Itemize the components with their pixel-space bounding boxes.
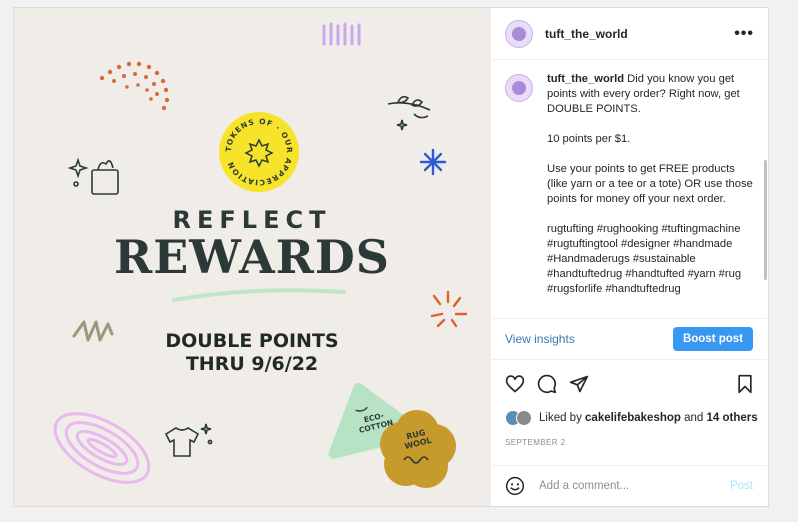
comment-input[interactable]: Add a comment... (539, 480, 730, 492)
boost-post-button[interactable]: Boost post (672, 327, 753, 351)
heart-icon[interactable] (505, 374, 525, 399)
svg-text:TOKENS OF · OUR APPRECIATION: TOKENS OF · OUR APPRECIATION (224, 117, 294, 187)
likes-row: Liked by cakelifebakeshop and 14 others (505, 410, 758, 426)
caption-area: tuft_the_world Did you know you get poin… (491, 60, 767, 318)
caption-text: Did you know you get points with every o… (547, 73, 753, 295)
likes-others-link[interactable]: 14 others (707, 412, 758, 424)
likes-and: and (680, 412, 707, 424)
post-date[interactable]: SEPTEMBER 2 (505, 438, 565, 447)
blue-star-doodle (419, 148, 447, 176)
tokens-badge: TOKENS OF · OUR APPRECIATION (219, 112, 299, 192)
poster-subtitle-date: THRU 9/6/22 (185, 353, 319, 375)
header-username[interactable]: tuft_the_world (545, 27, 734, 41)
leaves-doodle (387, 95, 431, 131)
likes-prefix: Liked by (539, 412, 586, 424)
post-sidebar: tuft_the_world ••• tuft_the_world Did yo… (490, 8, 768, 506)
action-bar (505, 374, 755, 398)
poster-subtitle-double-points: DOUBLE POINTS (165, 330, 339, 352)
bookmark-icon[interactable] (735, 374, 755, 399)
view-insights-link[interactable]: View insights (505, 332, 575, 346)
poster-title-rewards: REWARDS (113, 230, 391, 284)
tote-bag-doodle (67, 157, 119, 195)
tshirt-doodle (164, 423, 213, 457)
liker-avatar[interactable] (516, 410, 532, 426)
post-image: TOKENS OF · OUR APPRECIATION REFLECT REW… (14, 8, 490, 506)
insights-bar: View insights Boost post (491, 318, 767, 360)
instagram-post-modal: TOKENS OF · OUR APPRECIATION REFLECT REW… (13, 7, 769, 507)
emoji-icon[interactable] (505, 476, 525, 496)
share-icon[interactable] (569, 374, 589, 399)
avatar[interactable] (505, 19, 533, 48)
post-comment-button[interactable]: Post (730, 480, 753, 492)
liker-username[interactable]: cakelifebakeshop (585, 412, 681, 424)
caption-username[interactable]: tuft_the_world (547, 73, 624, 85)
badge-text: TOKENS OF · OUR APPRECIATION (224, 117, 293, 187)
orange-burst-doodle (430, 290, 468, 328)
pink-swirl-doodle (53, 412, 151, 484)
more-horizontal-icon[interactable]: ••• (734, 25, 754, 43)
comment-icon[interactable] (537, 374, 557, 399)
liker-avatars[interactable] (505, 410, 532, 426)
mint-swoosh-doodle (172, 288, 346, 302)
comment-bar: Add a comment... Post (491, 465, 767, 506)
post-header: tuft_the_world ••• (491, 8, 768, 60)
likes-text: Liked by cakelifebakeshop and 14 others (539, 412, 758, 424)
caption-avatar[interactable] (505, 74, 533, 102)
caption-scrollbar[interactable] (764, 160, 767, 280)
orange-dots-doodle (99, 61, 170, 111)
purple-lines-doodle (322, 22, 361, 46)
caption: tuft_the_world Did you know you get poin… (547, 72, 753, 318)
